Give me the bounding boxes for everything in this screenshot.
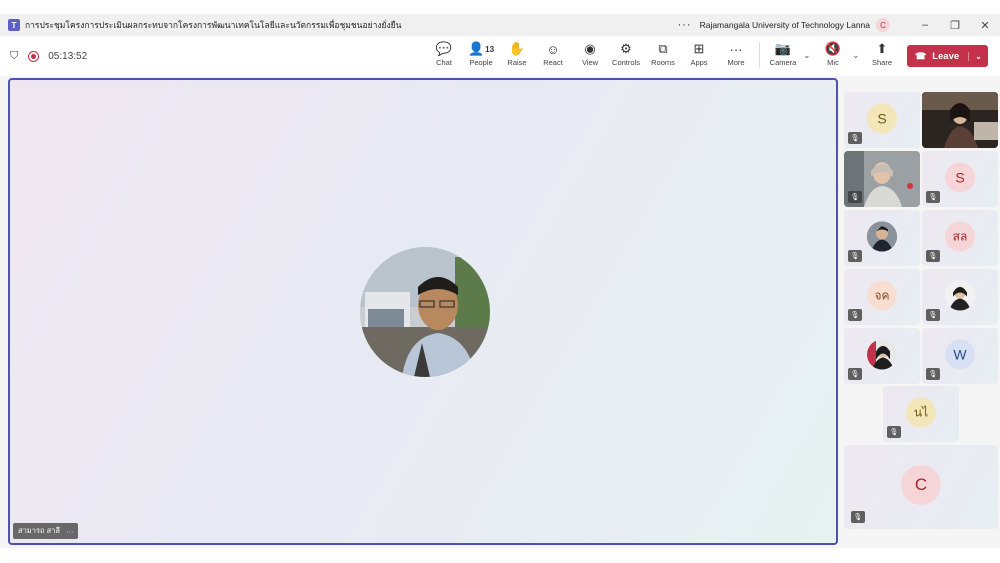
participant-tile[interactable]: 🎙 bbox=[844, 210, 920, 266]
mic-muted-icon: 🎙 bbox=[848, 368, 862, 380]
speaker-photo bbox=[360, 247, 490, 377]
rooms-button[interactable]: ⧉ Rooms bbox=[643, 40, 683, 67]
mic-options-chevron-icon[interactable]: ⌄ bbox=[852, 50, 860, 61]
organization-name[interactable]: Rajamangala University of Technology Lan… bbox=[700, 20, 870, 30]
share-icon: ⬆ bbox=[876, 41, 888, 56]
mic-muted-icon: 🎙 bbox=[848, 250, 862, 262]
main-speaker-tile[interactable]: สามารถ สาลี ··· bbox=[8, 78, 838, 545]
participant-avatar: จค bbox=[867, 280, 897, 311]
meeting-timer: 05:13:52 bbox=[48, 50, 88, 62]
camera-button[interactable]: 📷 Camera bbox=[763, 40, 803, 67]
phone-hangup-icon: ☎ bbox=[915, 50, 927, 61]
close-button[interactable]: ✕ bbox=[970, 19, 1000, 32]
participant-video-tile[interactable]: 🎙 bbox=[844, 151, 920, 207]
meeting-toolbar: ⛉ 05:13:52 💬 Chat 👤 13 People ✋ Raise ☺ R… bbox=[0, 36, 1000, 76]
participant-photo-avatar bbox=[945, 280, 975, 311]
mic-off-icon: 🔇 bbox=[824, 41, 842, 56]
minimize-button[interactable]: – bbox=[910, 19, 940, 31]
user-avatar[interactable]: C bbox=[876, 18, 890, 32]
self-view-tile[interactable]: C 🎙 bbox=[844, 445, 998, 529]
more-options-icon[interactable]: ··· bbox=[678, 19, 692, 31]
participant-tile[interactable]: 🎙 bbox=[922, 269, 998, 325]
mic-muted-icon: 🎙 bbox=[926, 309, 940, 321]
apps-button[interactable]: ⊞ Apps bbox=[679, 40, 719, 67]
speaker-name-tag: สามารถ สาลี ··· bbox=[13, 523, 79, 539]
shield-icon: ⛉ bbox=[10, 49, 19, 62]
controls-button[interactable]: ⚙ Controls bbox=[606, 40, 646, 67]
controls-icon: ⚙ bbox=[620, 41, 632, 56]
restore-button[interactable]: ❐ bbox=[940, 19, 970, 32]
speaker-more-icon[interactable]: ··· bbox=[66, 527, 74, 536]
participant-avatar: S bbox=[945, 162, 975, 193]
mic-muted-icon: 🎙 bbox=[848, 132, 862, 144]
participant-photo-avatar bbox=[867, 221, 897, 252]
more-button[interactable]: ··· More bbox=[716, 40, 756, 68]
participant-video bbox=[922, 92, 998, 148]
participant-avatar: นไ bbox=[906, 397, 936, 428]
people-button[interactable]: 👤 13 People bbox=[461, 40, 501, 67]
self-avatar: C bbox=[901, 465, 941, 505]
people-icon: 👤 13 bbox=[467, 41, 495, 56]
participant-tile[interactable]: 🎙 bbox=[844, 328, 920, 384]
hand-icon: ✋ bbox=[508, 41, 526, 56]
apps-icon: ⊞ bbox=[693, 41, 705, 56]
participant-avatar: W bbox=[945, 339, 975, 370]
share-button[interactable]: ⬆ Share bbox=[862, 40, 902, 67]
teams-logo-icon: T bbox=[8, 19, 20, 31]
mic-button[interactable]: 🔇 Mic bbox=[813, 40, 853, 67]
raise-button[interactable]: ✋ Raise bbox=[497, 40, 537, 67]
camera-off-icon: 📷 bbox=[774, 41, 792, 56]
camera-options-chevron-icon[interactable]: ⌄ bbox=[803, 50, 811, 61]
mic-muted-icon: 🎙 bbox=[848, 309, 862, 321]
participant-avatar: S bbox=[867, 103, 897, 134]
rooms-icon: ⧉ bbox=[658, 41, 668, 56]
mic-muted-icon: 🎙 bbox=[926, 368, 940, 380]
people-count: 13 bbox=[485, 44, 495, 54]
chat-button[interactable]: 💬 Chat bbox=[424, 40, 464, 67]
toolbar-divider bbox=[759, 42, 760, 68]
mic-muted-icon: 🎙 bbox=[851, 511, 865, 523]
participant-video-tile[interactable] bbox=[922, 92, 998, 148]
participant-avatar: สล bbox=[945, 221, 975, 252]
speaker-name: สามารถ สาลี bbox=[18, 526, 60, 535]
mic-muted-icon: 🎙 bbox=[926, 191, 940, 203]
participant-tile[interactable]: สล 🎙 bbox=[922, 210, 998, 266]
title-bar: T การประชุมโครงการประเมินผลกระทบจากโครงก… bbox=[0, 14, 1000, 36]
smile-icon: ☺ bbox=[546, 41, 560, 57]
recording-icon bbox=[28, 50, 40, 62]
participant-tile[interactable]: S 🎙 bbox=[844, 92, 920, 148]
more-icon: ··· bbox=[729, 41, 743, 57]
chat-icon: 💬 bbox=[435, 41, 453, 56]
mic-muted-icon: 🎙 bbox=[887, 426, 901, 438]
participant-tile[interactable]: S 🎙 bbox=[922, 151, 998, 207]
react-button[interactable]: ☺ React bbox=[533, 40, 573, 68]
mic-muted-icon: 🎙 bbox=[926, 250, 940, 262]
view-button[interactable]: ◉ View bbox=[570, 40, 610, 67]
window-title: การประชุมโครงการประเมินผลกระทบจากโครงการ… bbox=[25, 20, 402, 30]
view-icon: ◉ bbox=[584, 41, 596, 56]
mic-muted-icon: 🎙 bbox=[848, 191, 862, 203]
participant-photo-avatar bbox=[867, 339, 897, 370]
leave-options-chevron-icon[interactable]: ⌄ bbox=[968, 51, 988, 61]
participant-tile[interactable]: นไ 🎙 bbox=[883, 386, 959, 442]
participant-tile[interactable]: จค 🎙 bbox=[844, 269, 920, 325]
leave-button[interactable]: ☎ Leave ⌄ bbox=[907, 45, 988, 67]
participant-tile[interactable]: W 🎙 bbox=[922, 328, 998, 384]
